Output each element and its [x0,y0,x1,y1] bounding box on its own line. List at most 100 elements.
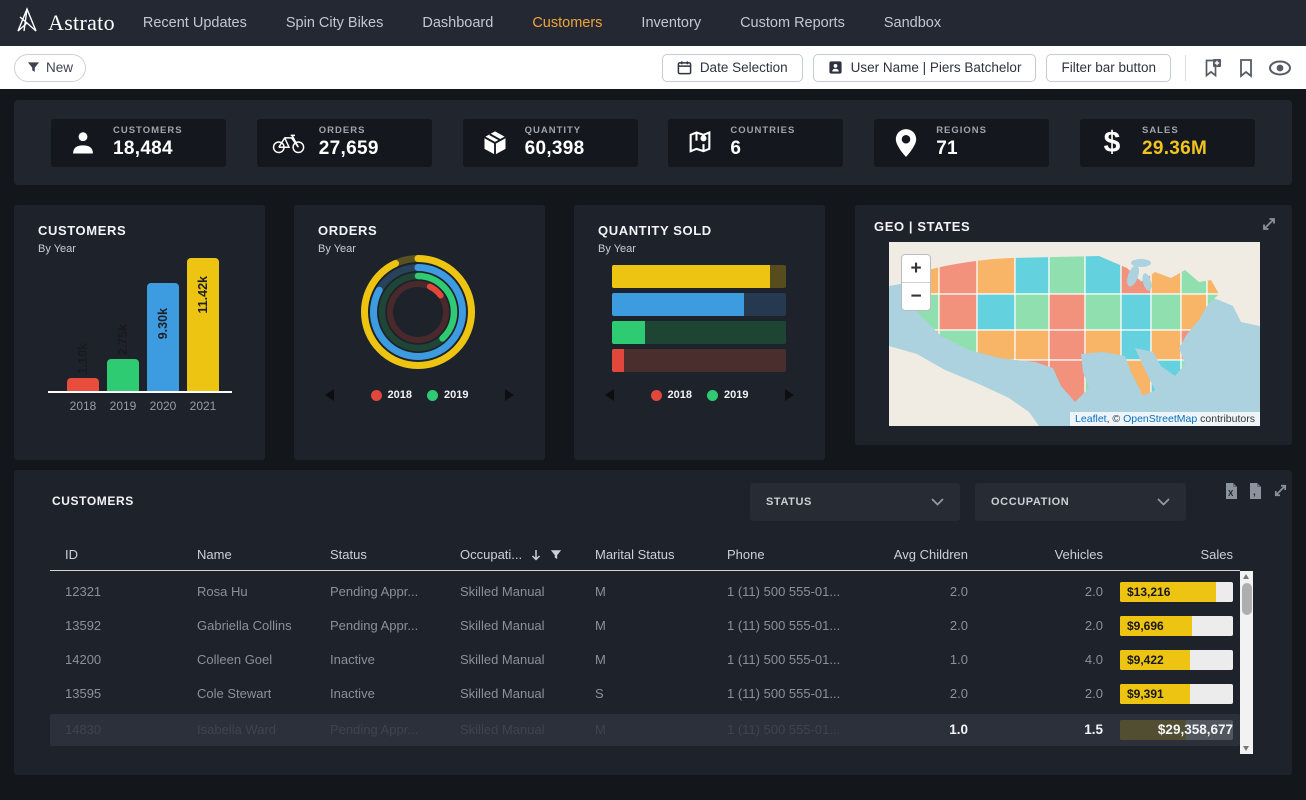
legend-prev-icon[interactable] [325,389,334,401]
table-row[interactable]: 13592Gabriella CollinsPending Appr...Ski… [50,609,1240,643]
nav-item-spin-city-bikes[interactable]: Spin City Bikes [286,15,384,31]
eye-icon[interactable] [1268,56,1292,80]
date-selection-button[interactable]: Date Selection [662,54,803,82]
customers-table-card: CUSTOMERS STATUS OCCUPATION X , ID Name … [14,470,1292,775]
export-excel-icon[interactable]: X [1224,482,1239,505]
total-sales: $29,358,677 [1070,714,1233,746]
totals-row: 14830 Isabella Ward Pending Appr... Skil… [50,714,1240,746]
col-header-id[interactable]: ID [65,547,78,562]
kpi-panel: CUSTOMERS18,484 ORDERS27,659 QUANTITY60,… [14,100,1292,185]
nav-item-dashboard[interactable]: Dashboard [422,15,493,31]
legend-next-icon[interactable] [785,389,794,401]
legend-next-icon[interactable] [505,389,514,401]
bookmark-add-icon[interactable] [1200,56,1224,80]
zoom-in-button[interactable]: + [902,255,930,283]
col-header-children[interactable]: Avg Children [840,547,968,562]
filter-toolbar: New Date Selection User Name | Piers Bat… [0,46,1306,89]
col-header-name[interactable]: Name [197,547,232,562]
nav-item-custom-reports[interactable]: Custom Reports [740,15,845,31]
legend-prev-icon[interactable] [605,389,614,401]
kpi-value: 27,659 [319,138,379,160]
status-filter-dropdown[interactable]: STATUS [750,483,960,521]
legend-item-2018[interactable]: 2018 [651,389,692,401]
legend-item-2019[interactable]: 2019 [427,389,468,401]
x-axis-labels: 2018 2019 2020 2021 [48,399,232,415]
new-filter-button[interactable]: New [14,54,86,82]
user-name-button[interactable]: User Name | Piers Batchelor [813,54,1037,82]
person-icon [66,126,100,160]
kpi-countries: COUNTRIES6 [668,119,843,167]
kpi-sales: $ SALES29.36M [1080,119,1255,167]
orders-chart-card: ORDERS By Year 2018 2019 [294,205,545,460]
svg-text:,: , [1253,487,1256,498]
quantity-chart-card: QUANTITY SOLD By Year 2018 2019 [574,205,825,460]
scrollbar-thumb[interactable] [1242,583,1252,615]
bar-2018[interactable]: 1.10k [67,378,99,391]
bar-2019[interactable]: 2.75k [107,359,139,391]
scroll-up-icon[interactable] [1243,574,1249,579]
nav-item-sandbox[interactable]: Sandbox [884,15,941,31]
chart-title: QUANTITY SOLD [598,223,712,238]
chart-subtitle: By Year [318,243,356,255]
chevron-down-icon [1157,498,1170,506]
column-filter-icon[interactable] [550,549,562,561]
legend-dot [427,390,438,401]
table-row[interactable]: 14200Colleen GoelInactiveSkilled ManualM… [50,643,1240,677]
col-header-marital[interactable]: Marital Status [595,547,674,562]
bar-2021[interactable]: 11.42k [187,258,219,391]
nav-item-recent-updates[interactable]: Recent Updates [143,15,247,31]
kpi-value: 29.36M [1142,138,1207,160]
legend-item-2019[interactable]: 2019 [707,389,748,401]
chart-legend: 2018 2019 [574,389,825,401]
svg-text:X: X [1228,489,1234,498]
legend-dot [707,390,718,401]
leaflet-link[interactable]: Leaflet [1075,413,1107,425]
chart-legend: 2018 2019 [294,389,545,401]
hbar-2018[interactable] [612,349,786,372]
col-header-phone[interactable]: Phone [727,547,765,562]
occupation-filter-dropdown[interactable]: OCCUPATION [975,483,1186,521]
legend-item-2018[interactable]: 2018 [371,389,412,401]
osm-link[interactable]: OpenStreetMap [1123,413,1197,425]
zoom-out-button[interactable]: − [902,283,930,310]
table-row[interactable]: 12321Rosa HuPending Appr...Skilled Manua… [50,575,1240,609]
header-divider [50,570,1240,571]
scroll-down-icon[interactable] [1243,746,1249,751]
kpi-orders: ORDERS27,659 [257,119,432,167]
kpi-quantity: QUANTITY60,398 [463,119,638,167]
table-title: CUSTOMERS [52,494,134,508]
hbar-2019[interactable] [612,321,786,344]
col-header-vehicles[interactable]: Vehicles [975,547,1103,562]
sales-bar: $9,696 [1120,616,1233,636]
export-csv-icon[interactable]: , [1248,482,1263,505]
brand[interactable]: Astrato [14,7,115,40]
leaflet-map[interactable]: + − Leaflet, © OpenStreetMap contributor… [889,242,1260,426]
brand-name: Astrato [48,10,115,36]
chart-subtitle: By Year [598,243,636,255]
col-header-status[interactable]: Status [330,547,367,562]
col-header-occupation[interactable]: Occupati... [460,547,562,562]
dashboard: Astrato Recent Updates Spin City Bikes D… [0,0,1306,800]
expand-icon[interactable] [1260,215,1278,238]
hbar-2020[interactable] [612,293,786,316]
map-zoom-control: + − [901,254,931,311]
expand-icon[interactable] [1272,482,1289,504]
calendar-icon [677,60,692,75]
filter-bar-button[interactable]: Filter bar button [1046,54,1171,82]
map-icon [683,126,717,160]
table-scrollbar[interactable] [1240,571,1253,754]
bar-chart: 1.10k 2.75k 9.30k 11.42k [48,253,232,391]
col-header-sales[interactable]: Sales [1105,547,1233,562]
nav-item-inventory[interactable]: Inventory [641,15,701,31]
kpi-value: 6 [730,138,795,160]
total-children: 1.0 [840,714,968,746]
map-attribution: Leaflet, © OpenStreetMap contributors [1070,412,1260,426]
nav-item-customers[interactable]: Customers [532,15,602,31]
bookmark-icon[interactable] [1234,56,1258,80]
radial-progress-chart[interactable] [356,250,480,374]
user-badge-icon [828,60,843,75]
sort-desc-icon[interactable] [531,549,541,561]
bar-2020[interactable]: 9.30k [147,283,179,391]
hbar-2021[interactable] [612,265,786,288]
table-row[interactable]: 13595Cole StewartInactiveSkilled ManualS… [50,677,1240,711]
